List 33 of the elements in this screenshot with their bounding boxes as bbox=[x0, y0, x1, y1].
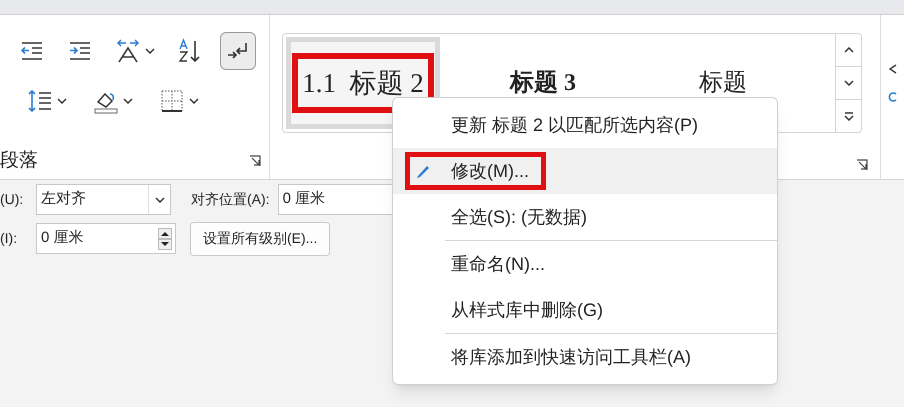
field-label: (I): bbox=[0, 229, 18, 248]
indent-spinbox[interactable]: 0 厘米 bbox=[36, 223, 176, 254]
borders-icon bbox=[159, 88, 185, 114]
caret-icon bbox=[123, 98, 133, 104]
caret-icon bbox=[57, 98, 67, 104]
expand-icon bbox=[844, 112, 854, 120]
caret-icon bbox=[844, 80, 854, 86]
menu-label: 全选(S): (无数据) bbox=[451, 206, 587, 229]
set-levels-button[interactable]: 设置所有级别(E)... bbox=[190, 222, 330, 256]
line-spacing-icon bbox=[27, 88, 53, 114]
dialog-launcher-icon[interactable] bbox=[249, 154, 261, 167]
spin-arrows-icon bbox=[158, 228, 172, 250]
menu-label: 更新 标题 2 以匹配所选内容(P) bbox=[451, 114, 698, 137]
alignment-dropdown[interactable]: 左对齐 bbox=[36, 184, 171, 215]
dialog-launcher-icon[interactable] bbox=[856, 159, 868, 171]
caret-icon bbox=[154, 196, 164, 202]
menu-item[interactable]: 修改(M)... bbox=[393, 148, 777, 194]
pencil-icon bbox=[415, 163, 431, 179]
menu-label: 修改(M)... bbox=[451, 160, 529, 183]
field-label: (U): bbox=[0, 190, 24, 209]
text-direction-icon bbox=[115, 38, 141, 64]
menu-item[interactable]: 从样式库中删除(G) bbox=[393, 287, 777, 333]
menu-label: 从样式库中删除(G) bbox=[451, 298, 603, 322]
caret-icon bbox=[145, 48, 155, 54]
chevron-up-icon bbox=[844, 47, 854, 53]
menu-label: 将库添加到快速访问工具栏(A) bbox=[451, 346, 691, 369]
group-label: 段落 bbox=[0, 148, 38, 172]
menu-item[interactable]: 重命名(N)... bbox=[393, 241, 777, 287]
field-label: 对齐位置(A): bbox=[191, 190, 270, 209]
menu-item[interactable]: 将库添加到快速访问工具栏(A) bbox=[393, 334, 777, 380]
caret-icon bbox=[189, 98, 199, 104]
menu-label: 重命名(N)... bbox=[451, 252, 545, 276]
ribbon-button[interactable] bbox=[220, 32, 256, 70]
